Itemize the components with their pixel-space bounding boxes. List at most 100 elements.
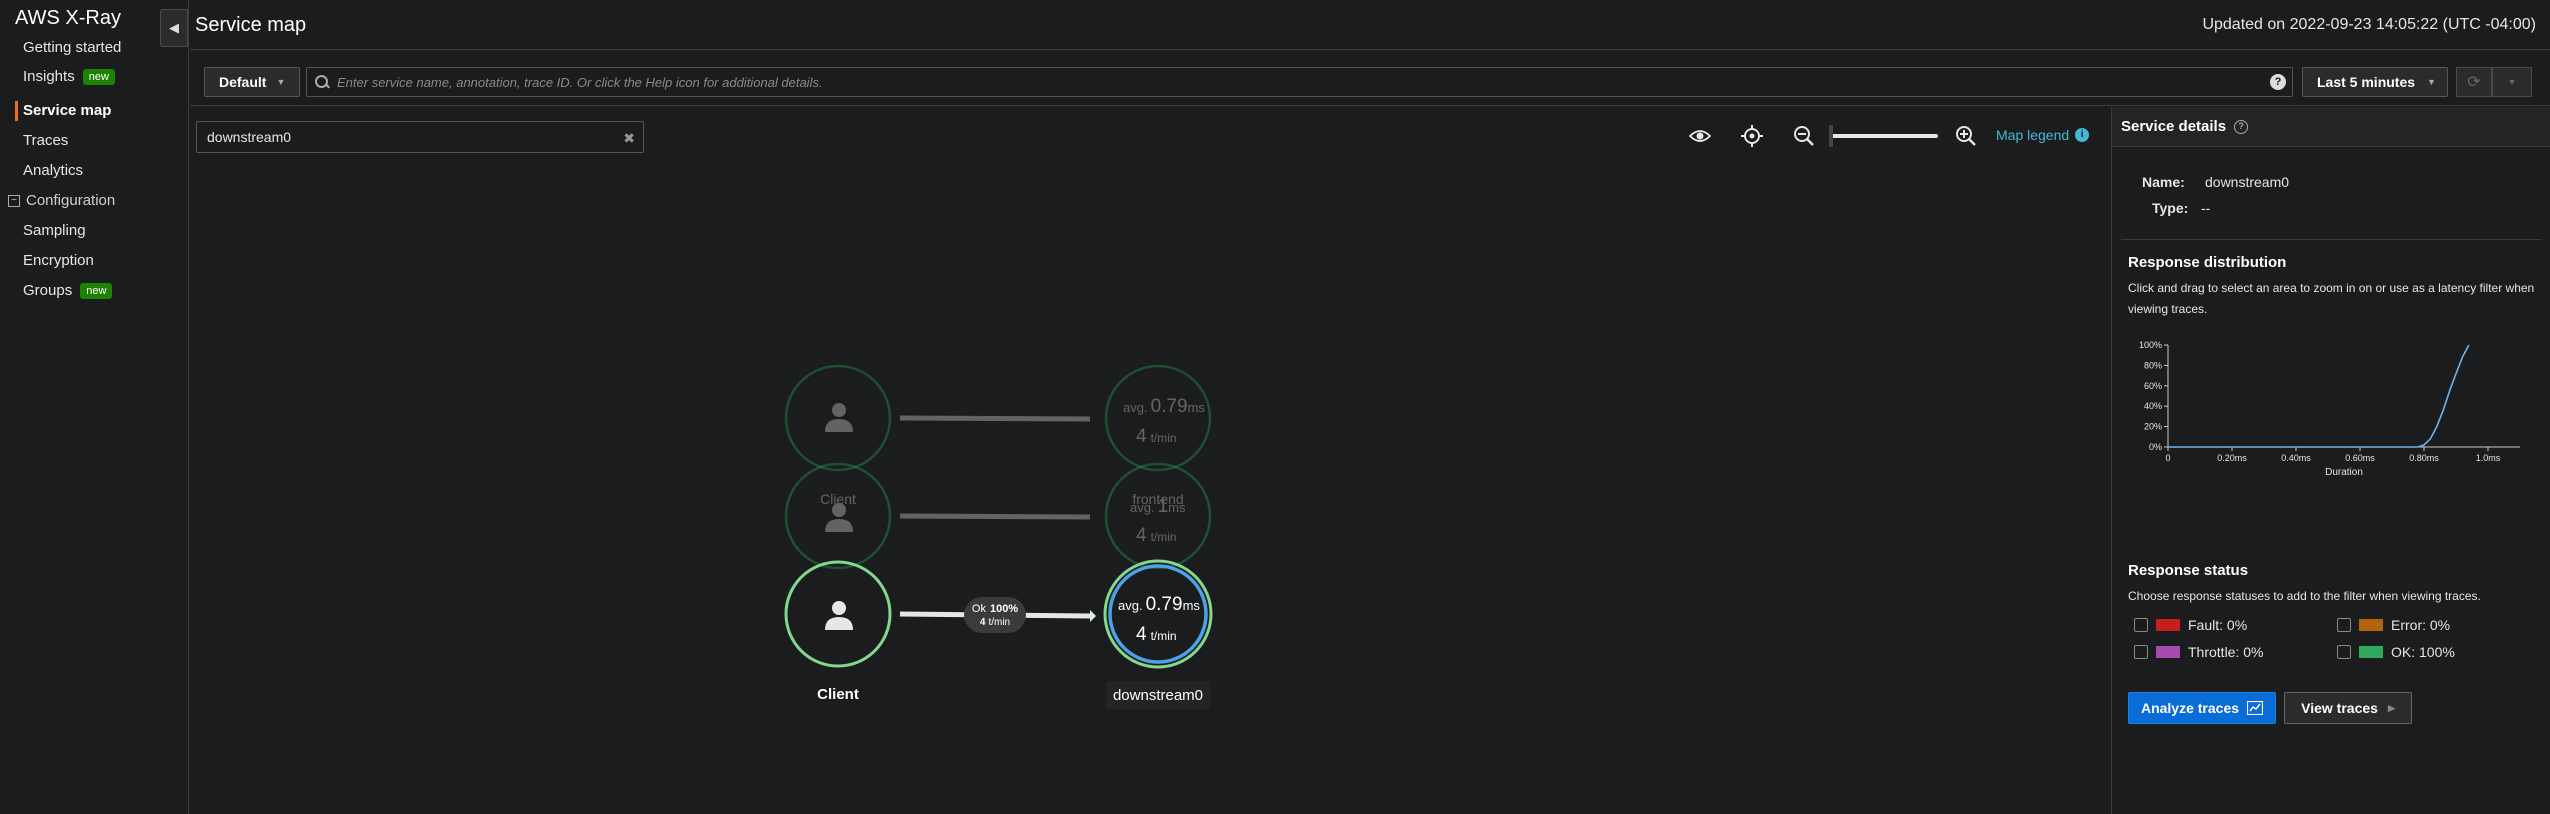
throttle-checkbox[interactable] [2134, 645, 2148, 659]
x-tick-label: 0.80ms [2409, 453, 2439, 463]
sidebar-item-groups[interactable]: Groups new [23, 282, 113, 299]
ghost-service-node[interactable] [1104, 364, 1212, 472]
sidebar-section-configuration[interactable]: − Configuration [8, 192, 115, 209]
caret-down-icon: ▼ [2507, 77, 2517, 87]
status-ok[interactable]: OK: 100% [2337, 644, 2455, 660]
svg-text:4t/min: 4 t/min [1136, 525, 1177, 546]
refresh-button[interactable]: ⟳ [2456, 67, 2492, 97]
sidebar-item-label: Traces [23, 132, 69, 149]
question-icon[interactable]: ? [2234, 119, 2249, 134]
avg-prefix: avg. [1123, 400, 1148, 415]
x-tick-label: 1.0ms [2476, 453, 2501, 463]
person-icon [825, 403, 853, 432]
collapse-sidebar-button[interactable]: ◀ [160, 9, 188, 47]
error-swatch [2359, 619, 2383, 631]
collapse-section-icon: − [8, 194, 20, 207]
ok-swatch [2359, 646, 2383, 658]
svg-text:avg.0.79ms: avg. 0.79ms [1118, 594, 1200, 615]
svg-text:4t/min: 4 t/min [1136, 624, 1177, 645]
analyze-traces-button[interactable]: Analyze traces [2128, 692, 2276, 724]
throttle-label: Throttle: 0% [2188, 644, 2264, 660]
group-select-button[interactable]: Default ▼ [204, 67, 300, 97]
sidebar-item-label: Encryption [23, 252, 94, 269]
page-header: Service map Updated on 2022-09-23 14:05:… [190, 0, 2550, 50]
avg-unit: ms [1183, 598, 1201, 613]
response-status-title: Response status [2128, 562, 2249, 579]
sidebar-item-insights[interactable]: Insights new [23, 68, 115, 85]
sidebar-item-service-map[interactable]: Service map [23, 102, 111, 119]
updated-timestamp: Updated on 2022-09-23 14:05:22 (UTC -04:… [2202, 16, 2536, 33]
avg-unit: ms [1188, 400, 1206, 415]
page-title: Service map [195, 14, 307, 36]
edge-rate-unit: t/min [988, 617, 1010, 628]
distribution-line [2168, 344, 2470, 448]
fault-checkbox[interactable] [2134, 618, 2148, 632]
view-traces-button[interactable]: View traces ▶ [2284, 692, 2412, 724]
avg-latency: 1 [1158, 496, 1169, 517]
x-axis-label: Duration [2325, 467, 2363, 478]
status-throttle[interactable]: Throttle: 0% [2134, 644, 2263, 660]
sidebar-item-label: Service map [23, 102, 112, 119]
sidebar-item-label: Insights [23, 68, 75, 85]
ok-label: OK: 100% [2391, 644, 2455, 660]
edge-arrowhead [1090, 610, 1096, 622]
svg-text:avg.0.79ms: avg. 0.79ms [1123, 396, 1205, 417]
type-value: -- [2201, 200, 2211, 216]
x-tick-label: 0 [2165, 453, 2170, 463]
sidebar-item-label: Analytics [23, 162, 84, 179]
sidebar-item-encryption[interactable]: Encryption [23, 252, 94, 269]
sidebar-item-analytics[interactable]: Analytics [23, 162, 83, 179]
time-range-button[interactable]: Last 5 minutes ▼ [2302, 67, 2448, 97]
panel-header: Service details? [2112, 107, 2550, 147]
ghost-edge[interactable] [899, 415, 1091, 422]
trace-rate: 4 [1136, 525, 1147, 546]
sidebar-item-getting-started[interactable]: Getting started [23, 39, 121, 56]
chart-icon [2247, 701, 2264, 715]
refresh-icon: ⟳ [2467, 74, 2481, 91]
filter-bar: Default ▼ ? Last 5 minutes ▼ ⟳ ▼ [190, 58, 2550, 106]
avg-prefix: avg. [1118, 598, 1143, 613]
ghost-row-1: avg. 0.79ms 4 t/min [784, 364, 1212, 472]
caret-down-icon: ▼ [276, 77, 286, 87]
ghost-client-node[interactable] [784, 364, 892, 472]
trace-rate: 4 [1136, 624, 1147, 645]
y-tick-label: 80% [2144, 360, 2162, 370]
service-graph: avg. 0.79ms 4 t/min Client frontend avg. 1m… [784, 364, 1213, 709]
service-node-label: downstream0 [1113, 687, 1203, 704]
refresh-options-button[interactable]: ▼ [2492, 67, 2532, 97]
rate-unit: t/min [1151, 629, 1177, 643]
service-type-row: Type: -- [2142, 200, 2210, 216]
sidebar-item-sampling[interactable]: Sampling [23, 222, 86, 239]
sidebar-item-traces[interactable]: Traces [23, 132, 68, 149]
person-icon [825, 601, 853, 630]
analyze-traces-label: Analyze traces [2140, 700, 2240, 716]
sidebar-item-label: Sampling [23, 222, 86, 239]
edge-rate: 4 [980, 617, 986, 628]
app-title: AWS X-Ray [15, 7, 121, 29]
sidebar-item-label: Groups [23, 282, 73, 299]
service-map-canvas[interactable]: ✖ Map legendi [190, 107, 2110, 814]
response-distribution-chart[interactable]: 0% 20% 40% 60% 80% 100% 0 0.20ms 0.40ms 0.60ms 0.8… [2112, 327, 2532, 487]
divider [2121, 239, 2541, 240]
filter-expression-input[interactable] [337, 74, 2237, 90]
filter-search[interactable]: ? [306, 67, 2293, 97]
y-tick-label: 60% [2144, 381, 2162, 391]
service-details-panel: Service details? Name: downstream0 Type: -… [2111, 107, 2550, 814]
help-icon[interactable]: ? [2270, 74, 2286, 90]
status-error[interactable]: Error: 0% [2337, 617, 2450, 633]
svg-text:4t/min: 4 t/min [1136, 426, 1177, 447]
y-tick-label: 20% [2144, 422, 2162, 432]
ghost-edge[interactable] [899, 513, 1091, 520]
svg-text:4t/min: 4 t/min [980, 617, 1010, 628]
chevron-left-icon: ◀ [169, 20, 179, 35]
trace-rate: 4 [1136, 426, 1147, 447]
new-badge: new [80, 282, 113, 299]
error-label: Error: 0% [2391, 617, 2451, 633]
panel-title: Service details [2121, 118, 2227, 135]
status-fault[interactable]: Fault: 0% [2134, 617, 2247, 633]
caret-down-icon: ▼ [2427, 77, 2436, 87]
type-label: Type: [2152, 200, 2189, 216]
ok-checkbox[interactable] [2337, 645, 2351, 659]
error-checkbox[interactable] [2337, 618, 2351, 632]
avg-latency: 0.79 [1151, 396, 1188, 417]
